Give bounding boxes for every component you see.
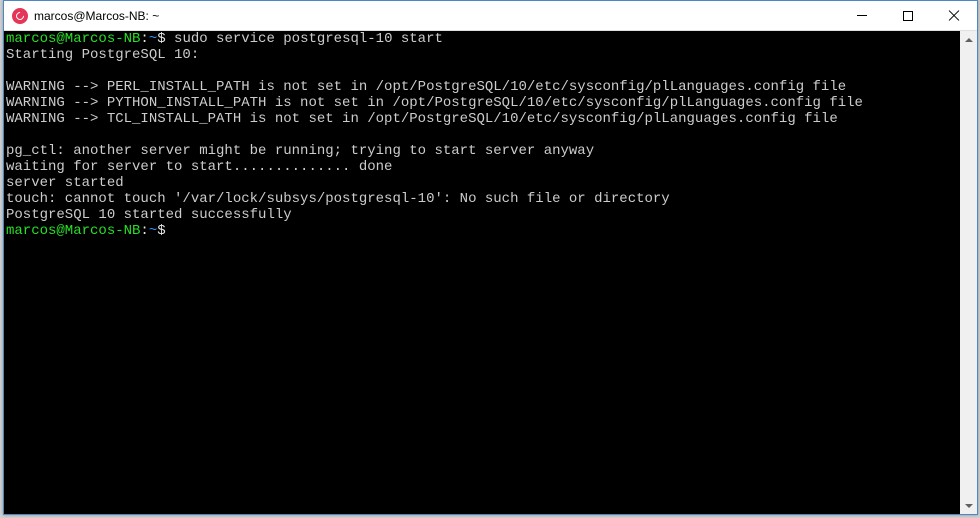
command-text: sudo service postgresql-10 start (166, 31, 443, 47)
titlebar[interactable]: marcos@Marcos-NB: ~ (4, 1, 977, 31)
output-line: PostgreSQL 10 started successfully (6, 207, 292, 223)
prompt-colon: : (140, 223, 148, 239)
scrollbar[interactable] (960, 31, 977, 514)
prompt-path: ~ (149, 223, 157, 239)
minimize-icon (857, 15, 867, 16)
terminal-area: marcos@Marcos-NB:~$ sudo service postgre… (4, 31, 977, 514)
output-line: waiting for server to start.............… (6, 159, 392, 175)
output-line: touch: cannot touch '/var/lock/subsys/po… (6, 191, 670, 207)
chevron-down-icon (965, 504, 973, 508)
maximize-icon (903, 11, 913, 21)
prompt-path: ~ (149, 31, 157, 47)
output-line: Starting PostgreSQL 10: (6, 47, 199, 63)
prompt-colon: : (140, 31, 148, 47)
terminal-window: marcos@Marcos-NB: ~ marcos@Marcos-NB:~$ … (3, 0, 978, 515)
close-button[interactable] (931, 1, 977, 30)
output-line: WARNING --> PERL_INSTALL_PATH is not set… (6, 79, 846, 95)
chevron-up-icon (965, 38, 973, 42)
prompt-user: marcos@Marcos-NB (6, 223, 140, 239)
scroll-down-button[interactable] (960, 497, 977, 514)
maximize-button[interactable] (885, 1, 931, 30)
prompt-user: marcos@Marcos-NB (6, 31, 140, 47)
output-line: WARNING --> TCL_INSTALL_PATH is not set … (6, 111, 838, 127)
output-line: WARNING --> PYTHON_INSTALL_PATH is not s… (6, 95, 863, 111)
close-icon (948, 10, 960, 22)
output-line: pg_ctl: another server might be running;… (6, 143, 594, 159)
window-controls (839, 1, 977, 30)
output-line: server started (6, 175, 124, 191)
scroll-up-button[interactable] (960, 31, 977, 48)
window-title: marcos@Marcos-NB: ~ (34, 9, 839, 23)
prompt-dollar: $ (157, 223, 165, 239)
minimize-button[interactable] (839, 1, 885, 30)
terminal-content[interactable]: marcos@Marcos-NB:~$ sudo service postgre… (4, 31, 960, 514)
app-icon (12, 8, 28, 24)
prompt-dollar: $ (157, 31, 165, 47)
